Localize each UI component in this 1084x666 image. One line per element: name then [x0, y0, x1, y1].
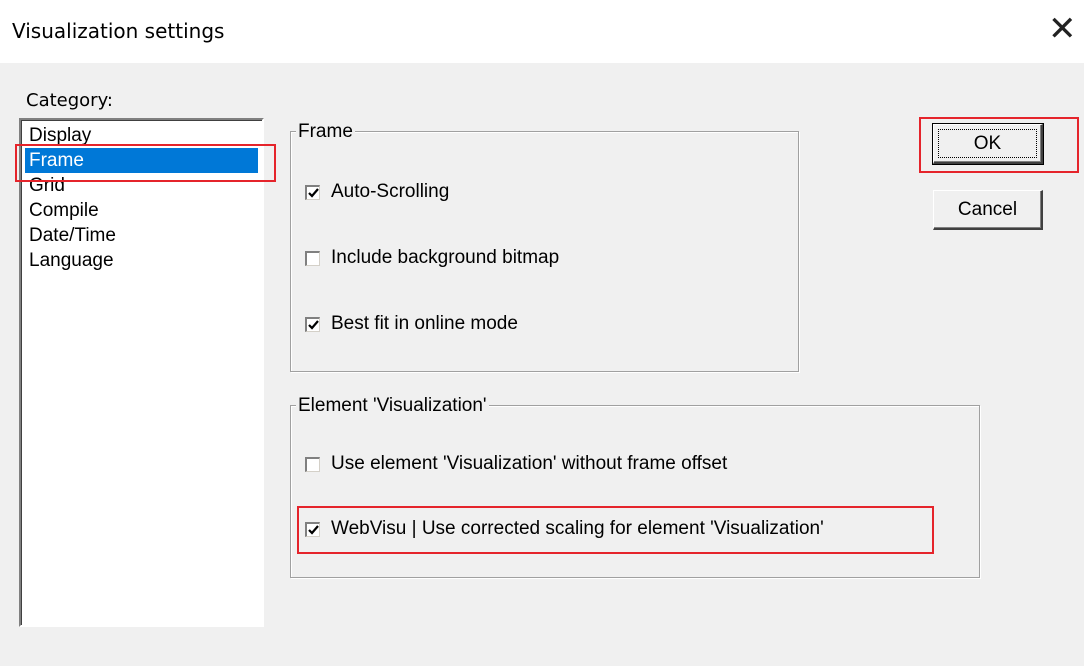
category-label: Category: — [26, 90, 113, 111]
checkmark-icon — [308, 187, 319, 198]
dialog-title: Visualization settings — [12, 19, 225, 43]
best-fit-online-checkbox[interactable] — [305, 316, 320, 332]
include-background-bitmap-checkbox[interactable] — [305, 250, 320, 266]
cancel-button-label: Cancel — [957, 199, 1018, 220]
category-item-frame[interactable]: Frame — [25, 148, 258, 173]
element-visualization-groupbox — [290, 405, 980, 578]
option-corrected-scaling[interactable]: WebVisu | Use corrected scaling for elem… — [305, 518, 824, 540]
auto-scrolling-label: Auto-Scrolling — [331, 181, 450, 202]
corrected-scaling-label: WebVisu | Use corrected scaling for elem… — [331, 518, 824, 539]
checkmark-icon — [308, 524, 319, 535]
without-frame-offset-label: Use element 'Visualization' without fram… — [331, 453, 728, 474]
close-icon[interactable]: ✕ — [1048, 12, 1077, 46]
category-item-display[interactable]: Display — [25, 123, 258, 148]
element-visualization-legend: Element 'Visualization' — [296, 395, 489, 417]
ok-button[interactable]: OK — [932, 123, 1044, 165]
auto-scrolling-checkbox[interactable] — [305, 184, 320, 200]
include-background-bitmap-label: Include background bitmap — [331, 247, 560, 268]
option-include-background-bitmap[interactable]: Include background bitmap — [305, 247, 559, 269]
option-best-fit-online[interactable]: Best fit in online mode — [305, 313, 518, 335]
best-fit-online-label: Best fit in online mode — [331, 313, 518, 334]
cancel-button[interactable]: Cancel — [933, 190, 1043, 230]
category-listbox[interactable]: Display Frame Grid Compile Date/Time Lan… — [19, 118, 264, 627]
option-auto-scrolling[interactable]: Auto-Scrolling — [305, 181, 449, 203]
without-frame-offset-checkbox[interactable] — [305, 456, 320, 472]
category-item-compile[interactable]: Compile — [25, 198, 258, 223]
corrected-scaling-checkbox[interactable] — [305, 521, 320, 537]
visualization-settings-dialog: Visualization settings ✕ Category: Displ… — [0, 0, 1084, 666]
category-item-date-time[interactable]: Date/Time — [25, 223, 258, 248]
option-without-frame-offset[interactable]: Use element 'Visualization' without fram… — [305, 453, 727, 475]
category-item-grid[interactable]: Grid — [25, 173, 258, 198]
checkmark-icon — [308, 319, 319, 330]
category-item-language[interactable]: Language — [25, 248, 258, 273]
title-bar: Visualization settings ✕ — [0, 0, 1084, 63]
frame-group-legend: Frame — [296, 121, 355, 143]
focus-rectangle — [938, 129, 1037, 158]
